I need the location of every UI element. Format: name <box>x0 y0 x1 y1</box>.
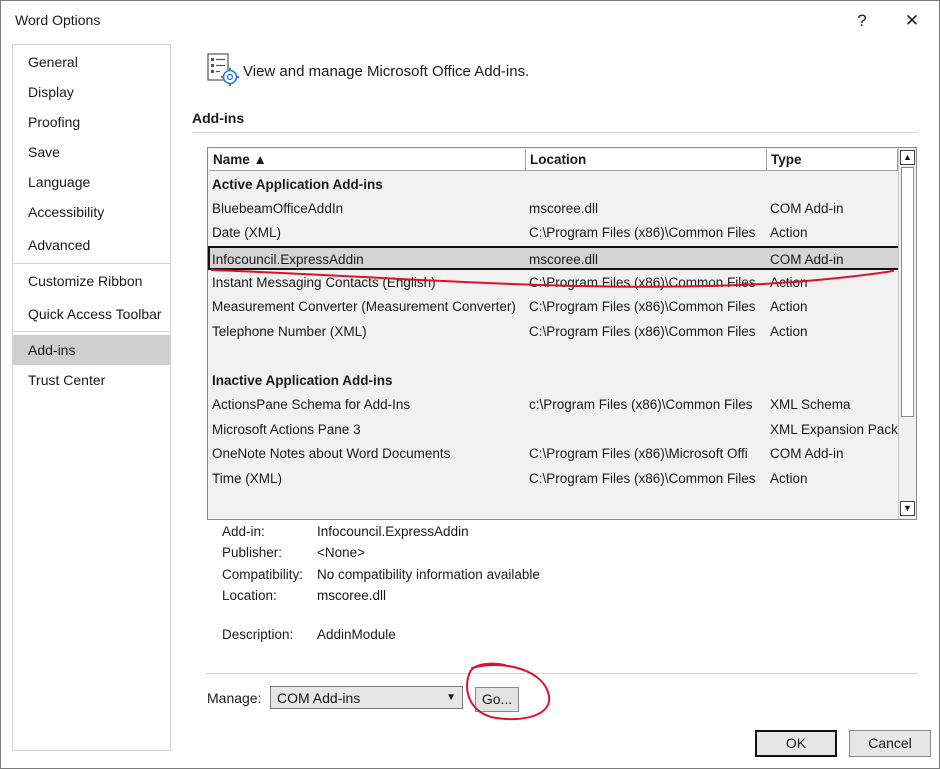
addin-name: Time (XML) <box>212 471 282 486</box>
addin-location: C:\Program Files (x86)\Common Files <box>529 471 755 486</box>
addin-type: Action <box>770 299 808 314</box>
nav-item-proofing[interactable]: Proofing <box>13 107 170 137</box>
addin-location: C:\Program Files (x86)\Common Files <box>529 299 755 314</box>
list-item[interactable]: Date (XML) C:\Program Files (x86)\Common… <box>209 221 899 245</box>
addin-type: Action <box>770 471 808 486</box>
column-header-location[interactable]: Location <box>526 149 767 171</box>
addin-name: BluebeamOfficeAddIn <box>212 201 344 216</box>
addin-type: Action <box>770 324 808 339</box>
detail-label-location: Location: <box>222 588 277 603</box>
list-item[interactable]: OneNote Notes about Word Documents C:\Pr… <box>209 442 899 466</box>
list-item-selected[interactable]: Infocouncil.ExpressAddin mscoree.dll COM… <box>208 246 900 270</box>
column-header-name[interactable]: Name ▲ <box>209 149 526 171</box>
list-item[interactable]: BluebeamOfficeAddIn mscoree.dll COM Add-… <box>209 197 899 221</box>
scroll-down-icon[interactable]: ▼ <box>900 501 915 516</box>
group-label: Active Application Add-ins <box>212 177 383 192</box>
detail-label-compatibility: Compatibility: <box>222 567 304 582</box>
page-heading: View and manage Microsoft Office Add-ins… <box>243 63 530 80</box>
addin-name: Infocouncil.ExpressAddin <box>212 252 364 267</box>
section-divider <box>192 132 918 133</box>
addin-type: Action <box>770 275 808 290</box>
addin-name: OneNote Notes about Word Documents <box>212 446 451 461</box>
nav-item-add-ins[interactable]: Add-ins <box>13 335 170 365</box>
list-scrollbar[interactable]: ▲ ▼ <box>898 148 916 519</box>
list-item[interactable]: ActionsPane Schema for Add-Ins c:\Progra… <box>209 393 899 417</box>
nav-item-trust-center[interactable]: Trust Center <box>13 365 170 395</box>
addin-name: Telephone Number (XML) <box>212 324 367 339</box>
addin-location: C:\Program Files (x86)\Common Files <box>529 324 755 339</box>
detail-value-addin: Infocouncil.ExpressAddin <box>317 524 469 539</box>
list-item[interactable]: Time (XML) C:\Program Files (x86)\Common… <box>209 467 899 491</box>
scroll-thumb[interactable] <box>901 167 914 417</box>
detail-label-description: Description: <box>222 627 294 642</box>
nav-item-quick-access-toolbar[interactable]: Quick Access Toolbar <box>13 299 170 329</box>
nav-divider <box>13 263 170 264</box>
add-ins-list: Name ▲ Location Type Active Application … <box>207 147 917 520</box>
cancel-button[interactable]: Cancel <box>849 730 931 757</box>
group-header-active: Active Application Add-ins <box>209 173 899 197</box>
addin-location: C:\Program Files (x86)\Common Files <box>529 225 755 240</box>
help-icon[interactable]: ? <box>850 9 874 33</box>
manage-selected-value: COM Add-ins <box>277 690 361 706</box>
addin-type: XML Schema <box>770 397 851 412</box>
addin-name: Measurement Converter (Measurement Conve… <box>212 299 516 314</box>
title-bar: Word Options ? ✕ <box>1 1 939 39</box>
list-item[interactable]: Microsoft Actions Pane 3 XML Expansion P… <box>209 418 899 442</box>
detail-label-publisher: Publisher: <box>222 545 283 560</box>
list-item[interactable]: Measurement Converter (Measurement Conve… <box>209 295 899 319</box>
detail-value-publisher: <None> <box>317 545 366 560</box>
nav-item-advanced[interactable]: Advanced <box>13 230 170 260</box>
close-icon[interactable]: ✕ <box>900 9 924 33</box>
nav-item-customize-ribbon[interactable]: Customize Ribbon <box>13 266 170 296</box>
nav-item-display[interactable]: Display <box>13 77 170 107</box>
addin-type: COM Add-in <box>770 446 844 461</box>
section-title: Add-ins <box>192 110 245 126</box>
detail-value-description: AddinModule <box>317 627 396 642</box>
options-nav: General Display Proofing Save Language A… <box>12 44 171 751</box>
detail-value-location: mscoree.dll <box>317 588 387 603</box>
manage-dropdown[interactable]: COM Add-ins ▼ <box>270 686 463 709</box>
nav-item-accessibility[interactable]: Accessibility <box>13 197 170 227</box>
addin-location: mscoree.dll <box>529 201 599 216</box>
addin-type: COM Add-in <box>770 252 844 267</box>
addin-type: COM Add-in <box>770 201 844 216</box>
chevron-down-icon: ▼ <box>446 692 456 703</box>
list-item[interactable]: Telephone Number (XML) C:\Program Files … <box>209 320 899 344</box>
window-title: Word Options <box>15 12 101 28</box>
addin-type: Action <box>770 225 808 240</box>
addin-location: C:\Program Files (x86)\Microsoft Offi <box>529 446 748 461</box>
nav-divider <box>13 331 170 332</box>
ok-button[interactable]: OK <box>755 730 837 757</box>
footer-divider <box>206 673 918 674</box>
group-header-inactive: Inactive Application Add-ins <box>209 369 899 393</box>
addin-location: C:\Program Files (x86)\Common Files <box>529 275 755 290</box>
nav-item-general[interactable]: General <box>13 47 170 77</box>
column-header-type[interactable]: Type <box>767 149 898 171</box>
manage-label: Manage: <box>207 690 262 706</box>
word-options-dialog: Word Options ? ✕ General Display Proofin… <box>0 0 940 769</box>
nav-item-save[interactable]: Save <box>13 137 170 167</box>
addin-location: mscoree.dll <box>529 252 599 267</box>
addins-gear-icon <box>207 53 239 86</box>
addin-type: XML Expansion Pack <box>770 422 898 437</box>
addin-name: ActionsPane Schema for Add-Ins <box>212 397 411 412</box>
nav-item-language[interactable]: Language <box>13 167 170 197</box>
list-item[interactable]: Instant Messaging Contacts (English) C:\… <box>209 271 899 295</box>
addin-name: Instant Messaging Contacts (English) <box>212 275 436 290</box>
addin-name: Date (XML) <box>212 225 282 240</box>
addin-location: c:\Program Files (x86)\Common Files <box>529 397 753 412</box>
detail-value-compatibility: No compatibility information available <box>317 567 540 582</box>
addin-name: Microsoft Actions Pane 3 <box>212 422 361 437</box>
group-label: Inactive Application Add-ins <box>212 373 393 388</box>
scroll-up-icon[interactable]: ▲ <box>900 150 915 165</box>
go-button[interactable]: Go... <box>475 687 519 712</box>
detail-label-addin: Add-in: <box>222 524 265 539</box>
